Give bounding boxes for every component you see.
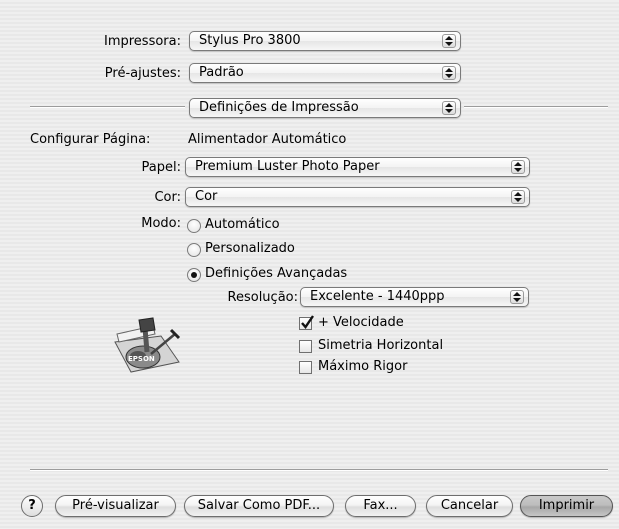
- radio-automatic-label[interactable]: Automático: [205, 217, 280, 232]
- color-value: Cor: [195, 189, 218, 204]
- paper-value: Premium Luster Photo Paper: [195, 159, 380, 174]
- paper-popup[interactable]: Premium Luster Photo Paper: [185, 157, 530, 177]
- popup-arrows-icon: [442, 34, 456, 48]
- checkbox-speed-label[interactable]: + Velocidade: [318, 315, 404, 330]
- radio-automatic[interactable]: [187, 219, 201, 233]
- separator-right: [464, 106, 608, 108]
- checkbox-speed[interactable]: [299, 315, 314, 330]
- cancel-button[interactable]: Cancelar: [426, 495, 513, 517]
- print-button[interactable]: Imprimir: [520, 495, 613, 517]
- fax-button[interactable]: Fax...: [345, 495, 416, 517]
- checkmark-icon: [301, 315, 314, 329]
- mode-label: Modo:: [141, 216, 181, 231]
- checkbox-finest-detail[interactable]: [299, 361, 312, 374]
- preview-button[interactable]: Pré-visualizar: [55, 495, 176, 517]
- resolution-label: Resolução:: [227, 290, 298, 305]
- popup-arrows-icon: [442, 66, 456, 80]
- radio-advanced-label[interactable]: Definições Avançadas: [205, 266, 347, 281]
- paper-label: Papel:: [141, 160, 181, 175]
- popup-arrows-icon: [511, 160, 525, 174]
- resolution-value: Excelente - 1440ppp: [310, 289, 445, 304]
- printer-popup[interactable]: Stylus Pro 3800: [189, 31, 461, 51]
- color-popup[interactable]: Cor: [185, 187, 530, 207]
- printer-label: Impressora:: [104, 34, 181, 49]
- radio-custom[interactable]: [187, 243, 201, 257]
- popup-arrows-icon: [511, 190, 525, 204]
- epson-logo-text: EPSON: [128, 355, 155, 363]
- bottom-separator: [30, 469, 608, 471]
- panel-value: Definições de Impressão: [199, 100, 359, 115]
- presets-value: Padrão: [199, 65, 244, 80]
- epson-illustration-icon: EPSON: [114, 317, 181, 373]
- page-setup-label: Configurar Página:: [30, 132, 151, 147]
- separator-left: [30, 106, 185, 108]
- presets-label: Pré-ajustes:: [104, 66, 181, 81]
- panel-popup[interactable]: Definições de Impressão: [189, 98, 461, 118]
- popup-arrows-icon: [510, 290, 524, 304]
- page-setup-value: Alimentador Automático: [188, 132, 347, 147]
- popup-arrows-icon: [442, 101, 456, 115]
- help-button[interactable]: ?: [21, 495, 43, 517]
- presets-popup[interactable]: Padrão: [189, 63, 461, 83]
- radio-advanced[interactable]: [187, 268, 201, 282]
- radio-custom-label[interactable]: Personalizado: [205, 241, 295, 256]
- printer-value: Stylus Pro 3800: [199, 33, 301, 48]
- checkbox-flip-horizontal-label[interactable]: Simetria Horizontal: [318, 338, 443, 353]
- checkbox-flip-horizontal[interactable]: [299, 340, 312, 353]
- checkbox-finest-detail-label[interactable]: Máximo Rigor: [318, 359, 407, 374]
- resolution-popup[interactable]: Excelente - 1440ppp: [300, 287, 529, 307]
- color-label: Cor:: [154, 190, 181, 205]
- save-pdf-button[interactable]: Salvar Como PDF...: [184, 495, 334, 517]
